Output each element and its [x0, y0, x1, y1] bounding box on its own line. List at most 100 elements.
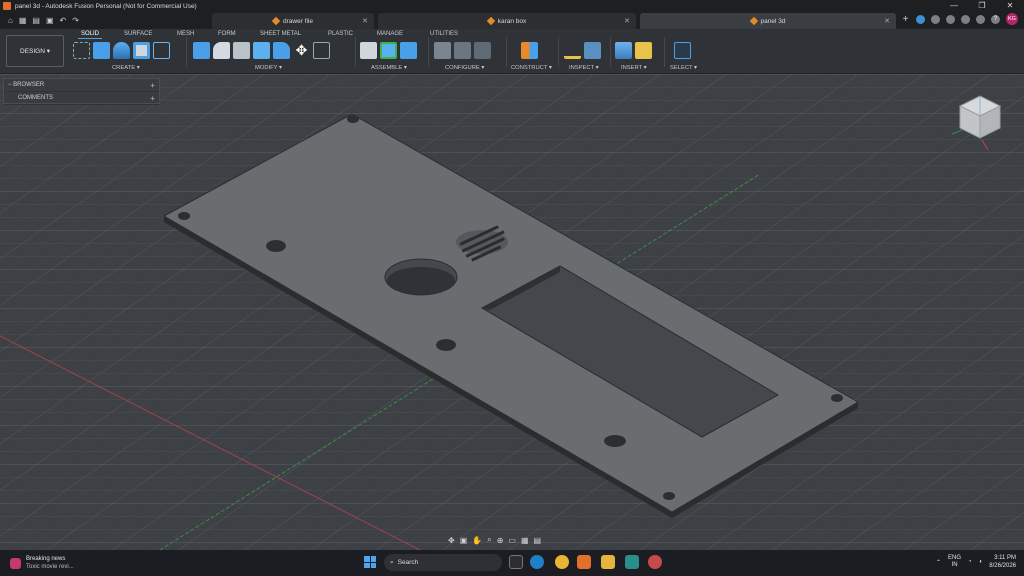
group-insert[interactable]: INSERT ▾ — [621, 65, 647, 71]
close-tab-icon[interactable]: ✕ — [624, 17, 630, 25]
expand-icon[interactable]: + — [150, 94, 155, 103]
joint-icon[interactable] — [380, 42, 397, 59]
close-tab-icon[interactable]: ✕ — [362, 17, 368, 25]
grid-menu-icon[interactable]: ▦ — [19, 16, 27, 25]
configure-theme-icon[interactable] — [474, 42, 491, 59]
tab-form[interactable]: FORM — [218, 31, 236, 37]
workspace-switcher[interactable]: DESIGN ▾ — [6, 35, 64, 67]
align-icon[interactable] — [313, 42, 330, 59]
configure-rule-icon[interactable] — [454, 42, 471, 59]
tab-utilities[interactable]: UTILITIES — [430, 31, 458, 37]
help-icon[interactable]: ? — [991, 14, 1000, 24]
zoom-icon[interactable]: ⌕ — [487, 535, 491, 545]
grid-settings-icon[interactable]: ▦ — [521, 536, 529, 545]
new-component-icon[interactable] — [360, 42, 377, 59]
configure-table-icon[interactable] — [434, 42, 451, 59]
select-arrow-icon[interactable] — [674, 42, 691, 59]
split-body-icon[interactable] — [273, 42, 290, 59]
canvas-viewport[interactable] — [0, 74, 1024, 550]
doc-tab-panel-3d[interactable]: panel 3d ✕ — [640, 13, 896, 29]
windows-start-icon[interactable] — [364, 556, 376, 568]
viewcube[interactable] — [950, 90, 1010, 154]
shell-icon[interactable] — [233, 42, 250, 59]
chrome-profile-icon[interactable] — [648, 555, 662, 569]
tab-manage[interactable]: MANAGE — [377, 31, 403, 37]
doc-tab-karan-box[interactable]: karan box ✕ — [378, 13, 636, 29]
section-analysis-icon[interactable] — [584, 42, 601, 59]
task-view-icon[interactable] — [509, 555, 523, 569]
tab-surface[interactable]: SURFACE — [124, 31, 152, 37]
group-create[interactable]: CREATE ▾ — [112, 65, 140, 71]
pan-icon[interactable]: ✋ — [472, 536, 482, 545]
bell-icon[interactable] — [976, 14, 985, 24]
tab-plastic[interactable]: PLASTIC — [328, 31, 353, 37]
notifications-icon[interactable] — [946, 14, 955, 24]
move-icon[interactable]: ✥ — [293, 42, 310, 59]
browser-item-browser[interactable]: − BROWSER + — [4, 79, 159, 92]
file-explorer-icon[interactable] — [601, 555, 615, 569]
ribbon-separator — [355, 37, 356, 67]
extrude-icon[interactable] — [93, 42, 110, 59]
group-construct[interactable]: CONSTRUCT ▾ — [511, 65, 552, 71]
group-configure[interactable]: CONFIGURE ▾ — [445, 65, 484, 71]
design-cube-icon — [271, 16, 281, 26]
orbit-icon[interactable]: ✥ — [448, 536, 455, 545]
tab-solid[interactable]: SOLID — [78, 31, 103, 39]
taskbar-search[interactable]: ⌕ Search — [384, 554, 502, 571]
fillet-icon[interactable] — [213, 42, 230, 59]
revolve-icon[interactable] — [113, 42, 130, 59]
redo-icon[interactable]: ↷ — [72, 16, 79, 25]
arduino-icon[interactable] — [625, 555, 639, 569]
save-icon[interactable]: ▣ — [46, 16, 54, 25]
fit-icon[interactable]: ⊕ — [497, 536, 504, 545]
group-assemble[interactable]: ASSEMBLE ▾ — [371, 65, 407, 71]
news-widget[interactable]: Breaking news Toxic movie revi... — [10, 555, 74, 571]
fusion-taskbar-icon[interactable] — [577, 555, 591, 569]
panel-3d-model[interactable] — [0, 74, 1024, 550]
job-status-icon[interactable] — [931, 14, 940, 24]
news-title: Breaking news — [26, 556, 66, 562]
minimize-button[interactable]: — — [940, 0, 968, 12]
offset-plane-icon[interactable] — [521, 42, 538, 59]
press-pull-icon[interactable] — [193, 42, 210, 59]
ribbon-separator — [664, 37, 665, 67]
file-menu-icon[interactable]: ▤ — [32, 16, 40, 25]
doc-tab-drawer-file[interactable]: drawer file ✕ — [212, 13, 374, 29]
combine-icon[interactable] — [253, 42, 270, 59]
language-indicator[interactable]: ENG IN — [948, 555, 961, 569]
display-settings-icon[interactable]: ▭ — [508, 536, 516, 545]
system-tray: ⌃ ENG IN ◔ ◖ 3:11 PM 8/26/2026 — [936, 554, 1016, 570]
clock-icon[interactable] — [961, 14, 970, 24]
as-built-joint-icon[interactable] — [400, 42, 417, 59]
expand-icon[interactable]: + — [150, 81, 155, 90]
browser-item-comments[interactable]: COMMENTS + — [4, 92, 159, 105]
look-at-icon[interactable]: ▣ — [460, 536, 468, 545]
tab-sheet-metal[interactable]: SHEET METAL — [260, 31, 301, 37]
taskbar-clock[interactable]: 3:11 PM 8/26/2026 — [989, 554, 1016, 570]
chrome-icon[interactable] — [555, 555, 569, 569]
new-tab-icon[interactable]: + — [901, 14, 910, 24]
edge-icon[interactable] — [530, 555, 544, 569]
extensions-icon[interactable] — [916, 14, 925, 24]
hole-icon[interactable] — [133, 42, 150, 59]
browser-item-label: COMMENTS — [18, 95, 53, 101]
measure-icon[interactable] — [564, 42, 581, 59]
undo-icon[interactable]: ↶ — [60, 16, 67, 25]
create-sketch-icon[interactable] — [73, 42, 90, 59]
chevron-up-icon[interactable]: ⌃ — [936, 559, 941, 566]
close-button[interactable]: ✕ — [996, 0, 1024, 12]
insert-canvas-icon[interactable] — [615, 42, 632, 59]
volume-icon[interactable]: ◖ — [979, 559, 983, 565]
maximize-button[interactable]: ❐ — [968, 0, 996, 12]
group-select[interactable]: SELECT ▾ — [670, 65, 697, 71]
pattern-icon[interactable] — [153, 42, 170, 59]
group-modify[interactable]: MODIFY ▾ — [255, 65, 282, 71]
home-icon[interactable]: ⌂ — [8, 16, 13, 25]
user-avatar[interactable]: KG — [1006, 13, 1018, 25]
close-tab-icon[interactable]: ✕ — [884, 17, 890, 25]
doc-tab-label: drawer file — [283, 17, 313, 25]
viewports-icon[interactable]: ▤ — [534, 536, 542, 545]
group-inspect[interactable]: INSPECT ▾ — [569, 65, 599, 71]
insert-mcmaster-icon[interactable] — [635, 42, 652, 59]
wifi-icon[interactable]: ◔ — [968, 559, 972, 565]
